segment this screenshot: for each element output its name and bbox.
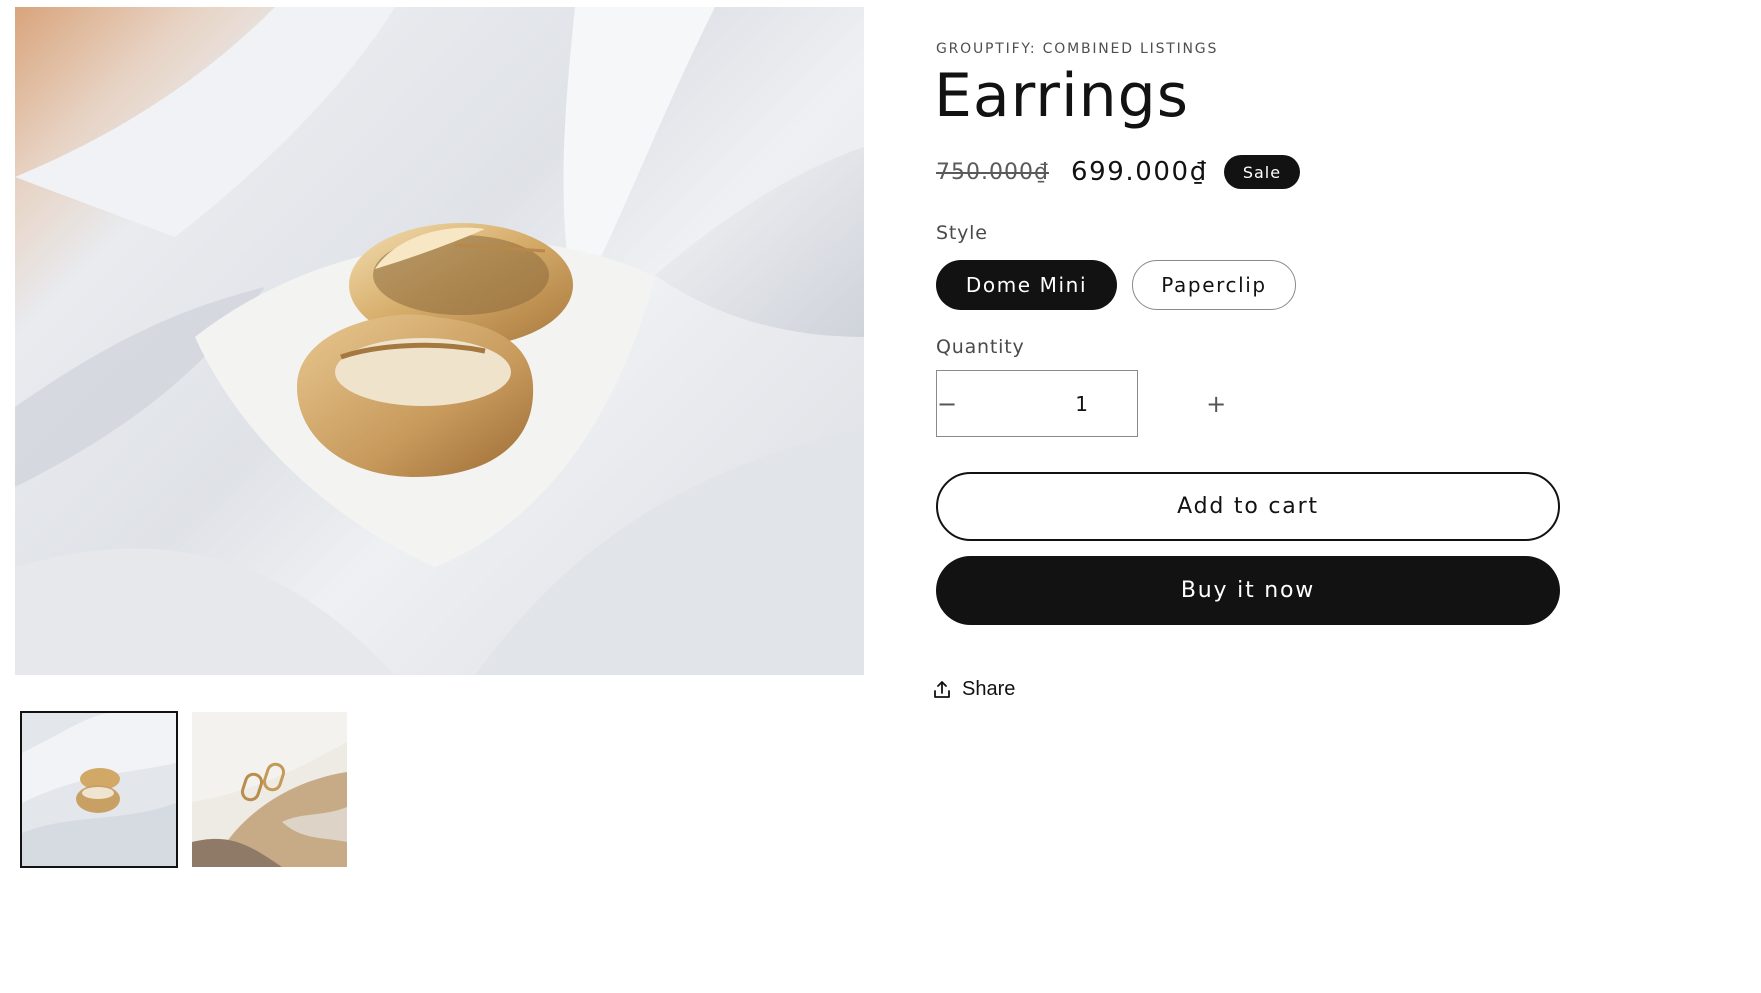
product-main-image[interactable] bbox=[15, 7, 864, 675]
quantity-increase-button[interactable]: + bbox=[1206, 371, 1226, 436]
add-to-cart-button[interactable]: Add to cart bbox=[936, 472, 1560, 541]
quantity-decrease-button[interactable]: − bbox=[937, 371, 957, 436]
price-row: 750.000₫ 699.000₫ Sale bbox=[936, 152, 1301, 192]
product-vendor: GROUPTIFY: COMBINED LISTINGS bbox=[936, 41, 1219, 57]
quantity-label: Quantity bbox=[936, 336, 1025, 358]
thumbnail-image-2 bbox=[192, 712, 347, 867]
sale-badge: Sale bbox=[1223, 155, 1301, 189]
quantity-input[interactable] bbox=[957, 371, 1207, 436]
quantity-stepper: − + bbox=[936, 370, 1226, 437]
earrings-photo bbox=[15, 7, 864, 675]
compare-at-price: 750.000₫ bbox=[936, 159, 1049, 185]
share-button[interactable]: Share bbox=[932, 678, 1015, 701]
style-option-dome-mini[interactable]: Dome Mini bbox=[936, 260, 1117, 310]
thumbnail-paperclip[interactable] bbox=[192, 712, 347, 867]
buy-now-button[interactable]: Buy it now bbox=[936, 556, 1560, 625]
thumbnail-dome-mini[interactable] bbox=[20, 711, 178, 868]
product-title: Earrings bbox=[934, 61, 1190, 131]
thumbnail-image-1 bbox=[22, 713, 176, 866]
style-option-paperclip[interactable]: Paperclip bbox=[1132, 260, 1296, 310]
sale-price: 699.000₫ bbox=[1070, 157, 1208, 187]
style-label: Style bbox=[936, 222, 988, 244]
share-label: Share bbox=[962, 678, 1016, 700]
share-icon bbox=[932, 680, 952, 700]
